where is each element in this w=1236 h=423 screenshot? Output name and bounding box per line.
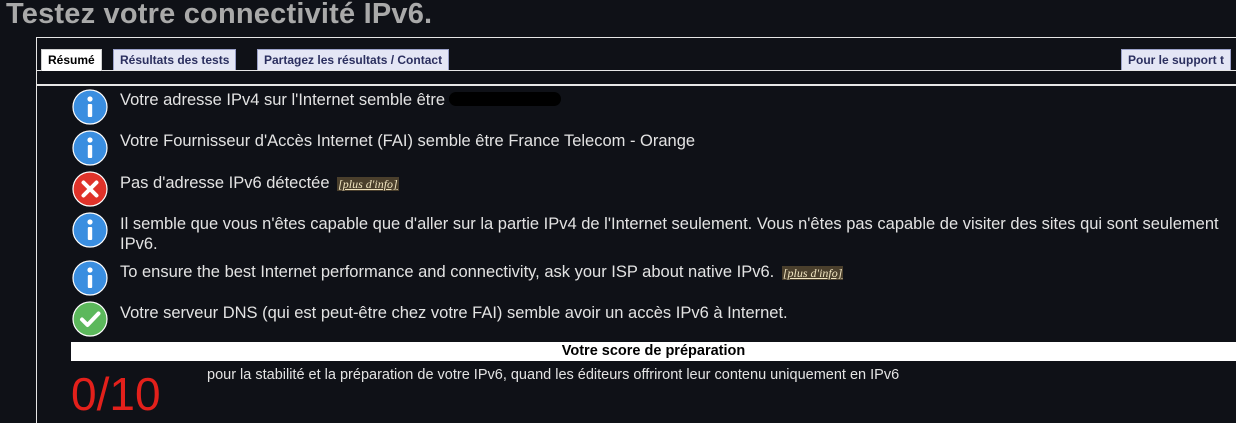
score-heading: Votre score de préparation <box>71 342 1236 361</box>
more-info-link[interactable]: [plus d'info] <box>337 177 399 191</box>
tab-resultats-des-tests[interactable]: Résultats des tests <box>113 49 237 70</box>
result-text: Votre Fournisseur d'Accès Internet (FAI)… <box>120 132 696 150</box>
content-divider <box>37 84 1236 86</box>
more-info-link[interactable]: [plus d'info] <box>781 266 844 280</box>
result-text: Il semble que vous n'êtes capable que d'… <box>120 215 1219 253</box>
tab-partagez-contact[interactable]: Partagez les résultats / Contact <box>257 49 450 70</box>
result-text: Votre serveur DNS (qui est peut-être che… <box>120 304 788 322</box>
check-icon <box>72 301 108 337</box>
info-icon <box>72 89 108 125</box>
score-value: 0/10 <box>71 368 161 420</box>
info-icon <box>72 260 108 296</box>
result-text: To ensure the best Internet performance … <box>120 263 844 281</box>
tab-support[interactable]: Pour le support t <box>1121 49 1231 70</box>
error-icon <box>72 171 108 207</box>
tab-resume[interactable]: Résumé <box>41 49 102 71</box>
info-icon <box>72 212 108 248</box>
result-text: Votre adresse IPv4 sur l'Internet semble… <box>120 90 1230 110</box>
result-text: Pas d'adresse IPv6 détectée [plus d'info… <box>120 174 399 192</box>
info-icon <box>72 130 108 166</box>
page-title: Testez votre connectivité IPv6. <box>6 0 433 30</box>
score-description: pour la stabilité et la préparation de v… <box>207 367 900 383</box>
redacted-ip <box>449 92 562 106</box>
page: Testez votre connectivité IPv6. Résumé R… <box>0 0 1236 423</box>
